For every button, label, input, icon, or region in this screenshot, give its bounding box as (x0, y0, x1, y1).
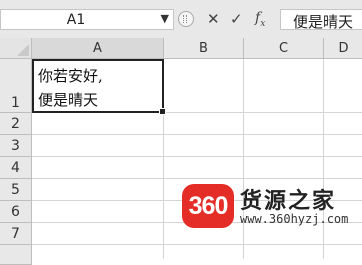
name-box-value: A1 (66, 12, 86, 28)
row-header-4[interactable]: 4 (0, 157, 32, 179)
fill-handle[interactable] (159, 108, 166, 115)
grid-line (243, 59, 244, 259)
dropdown-arrow-icon[interactable]: ▼ (161, 12, 169, 25)
grid-line (32, 134, 362, 135)
select-all-corner[interactable] (0, 38, 32, 59)
column-header-d[interactable]: D (324, 38, 362, 59)
enter-icon[interactable]: ✓ (230, 10, 243, 28)
column-header-b[interactable]: B (164, 38, 244, 59)
cancel-icon[interactable]: ✕ (207, 10, 220, 28)
formula-input[interactable]: 便是晴天 (280, 9, 362, 31)
splitter-handle[interactable] (178, 11, 194, 27)
grid-line (32, 178, 362, 179)
column-header-a[interactable]: A (32, 38, 164, 59)
cell-a1-line-1: 你若安好, (38, 67, 103, 85)
watermark-url: www.360hyzj.com (240, 212, 349, 226)
formula-bar: A1 ▼ ✕ ✓ fx 便是晴天 (0, 0, 362, 39)
row-header-8[interactable] (0, 245, 32, 265)
function-icon[interactable]: fx (255, 10, 265, 29)
watermark-logo: 360 (182, 184, 234, 228)
row-header-6[interactable]: 6 (0, 201, 32, 223)
row-header-3[interactable]: 3 (0, 135, 32, 157)
grid-line (323, 59, 324, 259)
formula-buttons: ✕ ✓ fx (176, 9, 278, 30)
grid-line (32, 244, 362, 245)
row-header-5[interactable]: 5 (0, 179, 32, 201)
column-header-c[interactable]: C (244, 38, 324, 59)
formula-text: 便是晴天 (293, 13, 354, 31)
cell-a1-line-2: 便是晴天 (38, 91, 99, 109)
row-header-2[interactable]: 2 (0, 113, 32, 135)
row-header-1[interactable]: 1 (0, 59, 32, 113)
grid-line (32, 156, 362, 157)
name-box[interactable]: A1 ▼ (0, 9, 174, 30)
cell-a1-content: 你若安好, 便是晴天 (38, 64, 103, 112)
watermark-title: 货源之家 (240, 189, 337, 214)
watermark: 360 货源之家 www.360hyzj.com (182, 181, 362, 229)
row-header-7[interactable]: 7 (0, 223, 32, 245)
